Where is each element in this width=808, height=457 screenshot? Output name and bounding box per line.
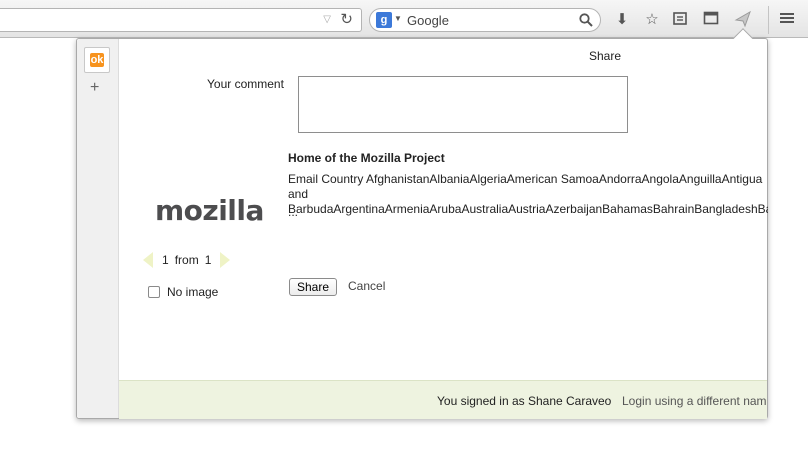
sidebar-toggle-icon[interactable] bbox=[701, 10, 721, 30]
account-footer: You signed in as Shane Caraveo Login usi… bbox=[119, 380, 767, 419]
no-image-option[interactable]: No image bbox=[148, 285, 218, 299]
history-dropdown-icon[interactable]: ▽ bbox=[323, 14, 331, 25]
mozilla-logo: mozilla bbox=[155, 194, 264, 227]
provider-sidebar: ok + bbox=[77, 39, 119, 418]
no-image-label: No image bbox=[167, 285, 219, 299]
url-bar[interactable]: ▽ ↻ bbox=[0, 8, 362, 32]
add-provider-icon[interactable]: + bbox=[90, 79, 99, 97]
odnoklassniki-icon: ok bbox=[90, 53, 104, 67]
comment-label: Your comment bbox=[207, 77, 284, 91]
browser-toolbar: ▽ ↻ g ▼ Google ⬇ ☆ bbox=[0, 0, 808, 38]
next-image-icon[interactable] bbox=[220, 252, 231, 268]
panel-title: Share bbox=[589, 49, 622, 63]
pager-current: 1 bbox=[162, 253, 169, 267]
engine-dropdown-icon[interactable]: ▼ bbox=[394, 14, 402, 23]
google-engine-icon[interactable]: g bbox=[376, 12, 392, 28]
pager-word: from bbox=[174, 253, 199, 267]
share-panel: ok + Share Your comment Home of the Mozi… bbox=[76, 38, 768, 419]
search-placeholder[interactable]: Google bbox=[407, 13, 449, 28]
reload-icon[interactable]: ↻ bbox=[340, 10, 353, 28]
share-paper-plane-icon[interactable] bbox=[733, 10, 753, 30]
menu-hamburger-icon[interactable] bbox=[777, 10, 797, 30]
signed-in-text: You signed in as Shane Caraveo bbox=[437, 394, 612, 408]
download-icon[interactable]: ⬇ bbox=[612, 10, 632, 30]
comment-field[interactable] bbox=[298, 76, 628, 133]
share-button[interactable]: Share bbox=[289, 278, 338, 296]
search-icon[interactable] bbox=[579, 13, 593, 27]
image-pager: 1 from 1 bbox=[143, 252, 231, 268]
pager-total: 1 bbox=[204, 253, 212, 267]
link-description: Email Country AfghanistanAlbaniaAlgeriaA… bbox=[288, 172, 768, 216]
search-bar[interactable]: g ▼ Google bbox=[369, 8, 601, 32]
toolbar-separator bbox=[768, 6, 769, 34]
bookmark-star-icon[interactable]: ☆ bbox=[642, 10, 662, 30]
login-different-link[interactable]: Login using a different name bbox=[622, 394, 767, 408]
link-ellipsis: ... bbox=[288, 205, 299, 219]
prev-image-icon[interactable] bbox=[143, 252, 153, 268]
link-title: Home of the Mozilla Project bbox=[288, 151, 445, 165]
bookmarks-menu-icon[interactable] bbox=[670, 10, 690, 30]
provider-odnoklassniki[interactable]: ok bbox=[84, 47, 110, 73]
no-image-checkbox[interactable] bbox=[148, 286, 160, 298]
cancel-link[interactable]: Cancel bbox=[348, 279, 385, 293]
